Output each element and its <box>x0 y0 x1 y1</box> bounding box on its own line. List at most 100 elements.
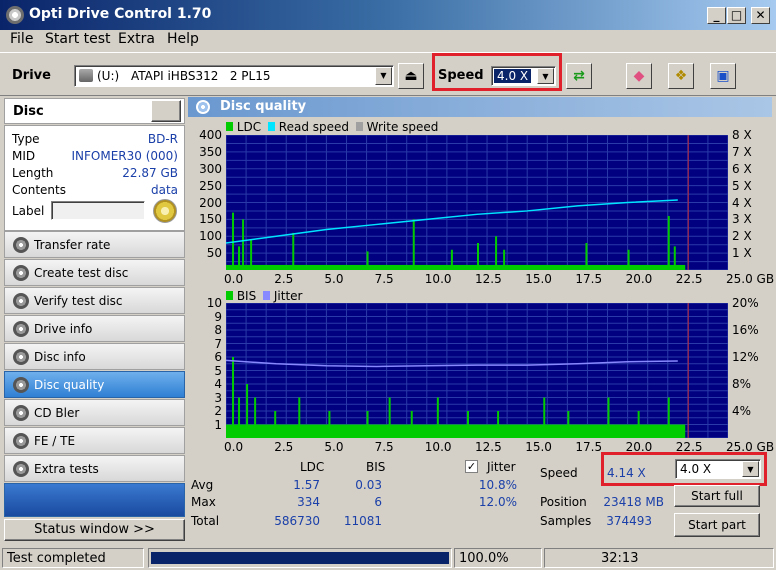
drive-select[interactable]: (U:) ATAPI iHBS312 2 PL15 ▼ <box>74 65 394 87</box>
x-tick-label: 20.0 <box>625 272 653 286</box>
y2-tick-label: 16% <box>732 323 759 337</box>
y2-tick-label: 4 X <box>732 195 752 210</box>
bis-legend-swatch <box>226 291 233 300</box>
col-bis-header: BIS <box>366 460 386 474</box>
app-disc-icon <box>6 6 24 24</box>
bis-bar <box>274 411 277 438</box>
minimize-button[interactable]: _ <box>707 7 726 24</box>
sidebar-item-cd-bler[interactable]: CD Bler <box>4 399 185 426</box>
disc-icon <box>13 377 29 393</box>
avg-bis: 0.03 <box>355 478 382 492</box>
ldc-bar <box>667 216 670 270</box>
eraser-icon: ◆ <box>633 68 645 84</box>
sidebar-item-disc-quality[interactable]: Disc quality <box>4 371 185 398</box>
progress-fill <box>151 552 449 564</box>
chevron-down-icon[interactable]: ▼ <box>742 461 759 477</box>
chevron-down-icon[interactable]: ▼ <box>537 68 554 84</box>
status-text-box: Test completed <box>2 548 144 568</box>
chevron-down-icon[interactable]: ▼ <box>375 67 392 85</box>
disc-icon <box>13 293 29 309</box>
start-part-button[interactable]: Start part <box>674 513 760 537</box>
sidebar-item-disc-info[interactable]: Disc info <box>4 343 185 370</box>
menu-start-test[interactable]: Start test <box>45 31 111 47</box>
test-speed-select[interactable]: 4.0 X ▼ <box>675 459 761 479</box>
disc-label-button[interactable] <box>153 199 177 223</box>
progress-percent-box: 100.0% <box>454 548 542 568</box>
menu-file[interactable]: File <box>10 31 33 47</box>
elapsed-time: 32:13 <box>601 551 639 566</box>
bis-bar <box>328 411 331 438</box>
y-tick-label: 3 <box>214 390 222 405</box>
speed-select[interactable]: 4.0 X ▼ <box>491 66 556 86</box>
disc-quality-icon <box>196 100 210 114</box>
disc-length-value: 22.87 GB <box>122 166 178 180</box>
position-label: Position <box>540 495 587 509</box>
x-tick-label: 17.5 <box>575 440 603 454</box>
y-tick-label: 100 <box>199 229 222 244</box>
eject-button[interactable]: ⏏ <box>398 63 424 89</box>
ldc-bar <box>238 246 241 270</box>
menu-bar: File Start test Extra Help <box>0 30 776 50</box>
disc-refresh-button[interactable] <box>151 100 181 122</box>
write-speed-legend-label: Write speed <box>366 120 439 134</box>
bis-bar <box>667 397 670 438</box>
status-window-button[interactable]: Status window >> <box>4 519 185 541</box>
sidebar-item-label: FE / TE <box>34 434 76 448</box>
avg-ldc: 1.57 <box>293 478 320 492</box>
drive-label: Drive <box>12 68 51 83</box>
x-tick-label: 22.5 <box>675 272 703 286</box>
menu-help[interactable]: Help <box>167 31 199 47</box>
y-tick-label: 8 <box>214 323 222 337</box>
start-full-button[interactable]: Start full <box>674 485 760 507</box>
ldc-bar <box>412 219 415 270</box>
x-tick-label: 7.5 <box>374 440 394 454</box>
sidebar-item-extra-tests[interactable]: Extra tests <box>4 455 185 482</box>
sidebar-item-verify-test-disc[interactable]: Verify test disc <box>4 287 185 314</box>
disc-length-key: Length <box>12 166 54 180</box>
ldc-baseline <box>226 264 686 270</box>
maximize-button[interactable]: □ <box>727 7 746 24</box>
x-tick-label: 17.5 <box>575 272 603 286</box>
ldc-bar <box>242 219 245 270</box>
sidebar-item-drive-info[interactable]: Drive info <box>4 315 185 342</box>
y2-tick-label: 2 X <box>732 229 752 244</box>
sidebar-item-create-test-disc[interactable]: Create test disc <box>4 259 185 286</box>
x-tick-label: 2.5 <box>274 272 294 286</box>
ldc-legend-swatch <box>226 122 233 131</box>
bis-bar <box>497 411 500 438</box>
y2-tick-label: 8 X <box>732 128 752 142</box>
ldc-bar <box>477 243 479 270</box>
erase-button[interactable]: ◆ <box>626 63 652 89</box>
disc-icon <box>13 237 29 253</box>
title-bar: Opti Drive Control 1.70 _ □ ✕ <box>0 0 776 30</box>
time-box: 32:13 <box>544 548 774 568</box>
x-tick-label: 2.5 <box>274 440 294 454</box>
y2-tick-label: 3 X <box>732 212 752 227</box>
progress-percent: 100.0% <box>459 551 509 566</box>
x-tick-label: 25.0 GB <box>726 272 775 286</box>
x-tick-label: 12.5 <box>475 440 502 454</box>
bis-bar <box>246 384 249 438</box>
jitter-checkbox[interactable]: ✓ <box>465 460 478 473</box>
toolbar: Drive (U:) ATAPI iHBS312 2 PL15 ▼ ⏏ Spee… <box>0 52 776 96</box>
close-button[interactable]: ✕ <box>751 7 770 24</box>
speed-stat-value: 4.14 X <box>607 466 646 480</box>
refresh-button[interactable]: ⇄ <box>566 63 592 89</box>
sidebar-item-label: Disc quality <box>34 378 105 392</box>
copy-button[interactable]: ❖ <box>668 63 694 89</box>
y2-tick-label: 7 X <box>732 144 752 159</box>
sidebar-item-transfer-rate[interactable]: Transfer rate <box>4 231 185 258</box>
disc-label-input[interactable] <box>51 201 145 220</box>
sidebar-item-fe-te[interactable]: FE / TE <box>4 427 185 454</box>
y2-tick-label: 5 X <box>732 178 752 193</box>
jitter-legend-label: Jitter <box>273 289 303 303</box>
sidebar-item-label: Drive info <box>34 322 93 336</box>
menu-extra[interactable]: Extra <box>118 31 155 47</box>
save-button[interactable]: ▣ <box>710 63 736 89</box>
position-value: 23418 MB <box>603 495 664 509</box>
ldc-bar <box>673 246 676 270</box>
ldc-bar <box>250 239 253 270</box>
sidebar-item-label: Disc info <box>34 350 86 364</box>
x-tick-label: 15.0 <box>525 440 552 454</box>
jitter-legend-swatch <box>263 291 271 300</box>
